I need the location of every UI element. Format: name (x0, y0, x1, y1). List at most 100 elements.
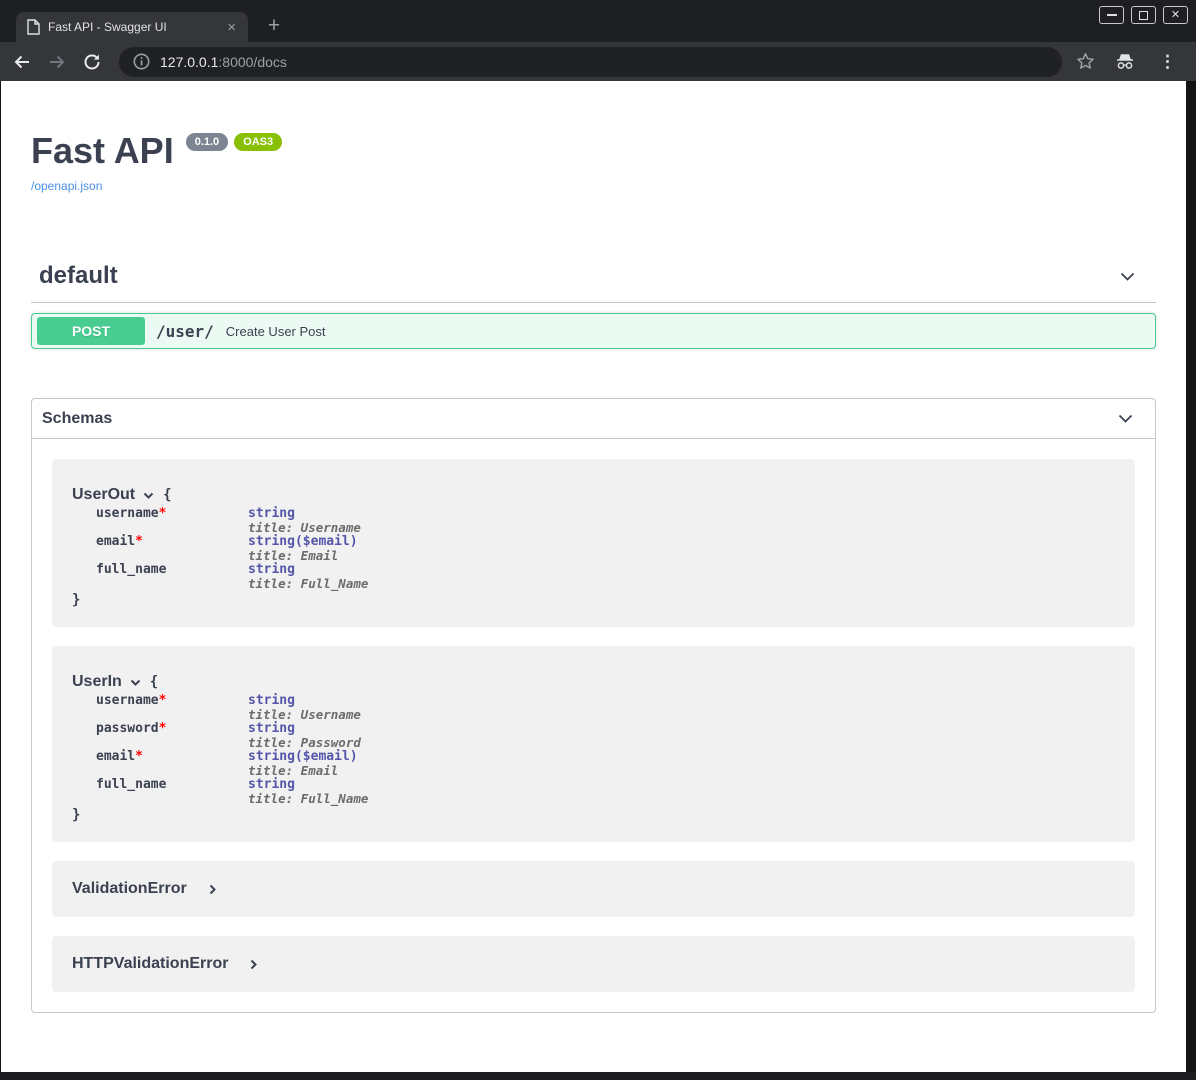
page-favicon-icon (26, 19, 40, 35)
model-userout-toggle[interactable]: UserOut { (72, 486, 1115, 504)
model-validationerror-toggle[interactable]: ValidationError (72, 880, 1115, 898)
model-properties: username* string title: Username email* … (96, 507, 1115, 591)
tag-title: default (39, 262, 1117, 290)
model-httpvalidationerror-toggle[interactable]: HTTPValidationError (72, 955, 1115, 973)
tab-strip: Fast API - Swagger UI × + ✕ (0, 0, 1196, 42)
opblock-post-user[interactable]: POST /user/ Create User Post (31, 313, 1156, 349)
url-host: 127.0.0.1 (160, 54, 218, 70)
oas3-badge: OAS3 (234, 133, 282, 151)
chevron-down-icon[interactable] (1117, 266, 1138, 287)
tab-close-icon[interactable]: × (225, 20, 238, 35)
api-info: Fast API 0.1.0 OAS3 /openapi.json (31, 130, 1156, 195)
property-type: string (248, 778, 368, 792)
schemas-header[interactable]: Schemas (32, 399, 1155, 439)
site-info-icon[interactable] (133, 53, 150, 70)
open-brace: { (150, 674, 158, 690)
chevron-right-icon[interactable] (247, 958, 260, 971)
bookmark-star-icon[interactable] (1076, 52, 1095, 71)
chevron-right-icon[interactable] (206, 883, 219, 896)
property-name: username* (96, 507, 248, 535)
page-title: Fast API (31, 130, 174, 172)
close-brace: } (72, 806, 1115, 822)
toolbar-right: ⋮ (1076, 52, 1180, 72)
property-type: string (248, 722, 361, 736)
property-row: full_name string title: Full_Name (96, 563, 1115, 591)
chevron-down-icon[interactable] (1115, 408, 1136, 429)
property-title: title: Email (248, 764, 358, 778)
model-httpvalidationerror: HTTPValidationError (52, 936, 1135, 992)
property-type: string($email) (248, 750, 358, 764)
property-title: title: Password (248, 736, 361, 750)
property-row: email* string($email) title: Email (96, 535, 1115, 563)
property-row: password* string title: Password (96, 722, 1115, 750)
reload-button[interactable] (82, 52, 102, 72)
open-brace: { (163, 487, 171, 503)
method-badge-post: POST (37, 317, 145, 345)
model-userout: UserOut { username* string ti (52, 459, 1135, 627)
property-title: title: Username (248, 521, 361, 535)
property-row: full_name string title: Full_Name (96, 778, 1115, 806)
operation-path: /user/ (156, 322, 214, 341)
tag-header-default[interactable]: default (31, 252, 1156, 303)
property-desc: string title: Full_Name (248, 563, 368, 591)
browser-menu-icon[interactable]: ⋮ (1155, 52, 1180, 72)
window-bottom-edge (0, 1072, 1196, 1080)
api-title-row: Fast API 0.1.0 OAS3 (31, 130, 1156, 172)
model-validationerror: ValidationError (52, 861, 1135, 917)
back-button[interactable] (12, 52, 32, 72)
incognito-badge-icon (1113, 52, 1137, 72)
minimize-button[interactable] (1099, 6, 1124, 24)
schemas-body: UserOut { username* string ti (32, 439, 1155, 1012)
model-properties: username* string title: Username passwor… (96, 694, 1115, 806)
browser-tab[interactable]: Fast API - Swagger UI × (16, 12, 248, 42)
property-name: full_name (96, 563, 248, 591)
required-star: * (135, 534, 143, 549)
property-row: username* string title: Username (96, 694, 1115, 722)
model-title: HTTPValidationError (72, 955, 228, 973)
chevron-down-icon[interactable] (129, 676, 142, 689)
model-title: ValidationError (72, 880, 187, 898)
property-name: username* (96, 694, 248, 722)
property-desc: string title: Password (248, 722, 361, 750)
tab-title: Fast API - Swagger UI (48, 20, 225, 34)
property-type: string (248, 563, 368, 577)
property-name: password* (96, 722, 248, 750)
property-type: string (248, 507, 361, 521)
property-title: title: Full_Name (248, 792, 368, 806)
property-name: full_name (96, 778, 248, 806)
close-button[interactable]: ✕ (1163, 6, 1188, 24)
property-title: title: Email (248, 549, 358, 563)
required-star: * (135, 749, 143, 764)
maximize-button[interactable] (1131, 6, 1156, 24)
close-icon: ✕ (1171, 10, 1180, 21)
property-desc: string($email) title: Email (248, 750, 358, 778)
required-star: * (159, 693, 167, 708)
minimize-icon (1107, 14, 1117, 16)
page-area: Fast API 0.1.0 OAS3 /openapi.json defaul… (0, 81, 1196, 1072)
browser-toolbar: 127.0.0.1:8000/docs ⋮ (0, 42, 1196, 81)
forward-button[interactable] (47, 52, 67, 72)
property-desc: string title: Username (248, 507, 361, 535)
required-star: * (159, 506, 167, 521)
schemas-title: Schemas (42, 410, 1115, 428)
property-desc: string title: Full_Name (248, 778, 368, 806)
badges: 0.1.0 OAS3 (186, 133, 282, 151)
model-userin-toggle[interactable]: UserIn { (72, 673, 1115, 691)
url-path: :8000/docs (218, 54, 287, 70)
property-desc: string title: Username (248, 694, 361, 722)
model-title: UserOut (72, 486, 135, 504)
swagger-page: Fast API 0.1.0 OAS3 /openapi.json defaul… (1, 81, 1186, 1072)
property-type: string($email) (248, 535, 358, 549)
property-row: email* string($email) title: Email (96, 750, 1115, 778)
tag-section-default: default POST /user/ Create User Post (31, 252, 1156, 349)
model-userin: UserIn { username* string tit (52, 646, 1135, 842)
address-bar[interactable]: 127.0.0.1:8000/docs (119, 47, 1062, 77)
property-title: title: Username (248, 708, 361, 722)
new-tab-button[interactable]: + (260, 13, 288, 41)
required-star: * (159, 721, 167, 736)
close-brace: } (72, 591, 1115, 607)
openapi-spec-link[interactable]: /openapi.json (31, 179, 102, 193)
chevron-down-icon[interactable] (142, 489, 155, 502)
property-name: email* (96, 535, 248, 563)
property-name: email* (96, 750, 248, 778)
